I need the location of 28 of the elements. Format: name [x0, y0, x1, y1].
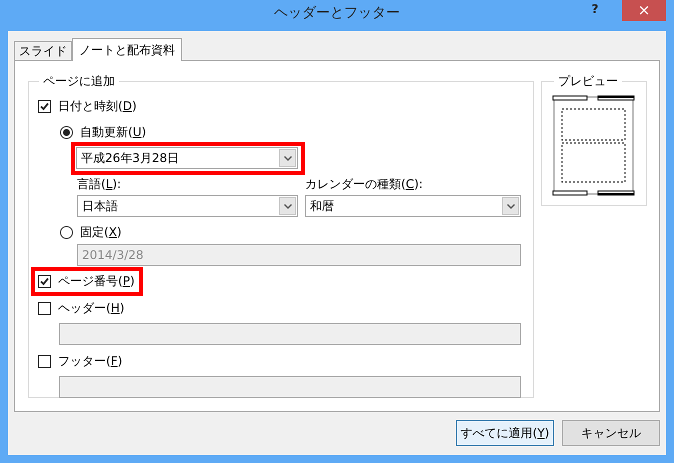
- checkbox-label: ヘッダー(H): [58, 300, 124, 316]
- help-button[interactable]: ?: [585, 2, 605, 17]
- checkmark-icon: [40, 102, 49, 110]
- chevron-down-icon: [284, 156, 292, 160]
- dialog-button[interactable]: すべてに適用(Y): [456, 420, 554, 446]
- calendar-dropdown[interactable]: 和暦: [305, 195, 521, 217]
- chevron-down-icon: [284, 204, 292, 208]
- radio-label: 固定(X): [80, 224, 122, 240]
- field-label: 言語(L):: [77, 177, 122, 192]
- checkbox-label: 日付と時刻(D): [58, 98, 137, 114]
- tab[interactable]: ノートと配布資料: [72, 38, 182, 61]
- date-format-dropdown[interactable]: 平成26年3月28日: [76, 147, 298, 169]
- checkmark-icon: [40, 277, 49, 286]
- checkbox[interactable]: [38, 100, 51, 112]
- checkbox-label: ページ番号(P): [58, 274, 135, 289]
- tab[interactable]: スライド: [14, 41, 72, 60]
- chevron-down-icon: [506, 204, 514, 208]
- dialog-button[interactable]: キャンセル: [562, 420, 660, 446]
- radio-button[interactable]: [60, 126, 73, 138]
- group-title: プレビュー: [557, 74, 619, 89]
- group-title: ページに追加: [42, 74, 116, 89]
- close-button[interactable]: ×: [622, 0, 666, 21]
- radio-label: 自動更新(U): [80, 124, 146, 140]
- field-label: カレンダーの種類(C):: [305, 177, 424, 192]
- checkbox[interactable]: [38, 275, 51, 288]
- checkbox-label: フッター(F): [58, 354, 122, 368]
- window-title: ヘッダーとフッター: [274, 6, 400, 21]
- language-dropdown[interactable]: 日本語: [77, 195, 298, 217]
